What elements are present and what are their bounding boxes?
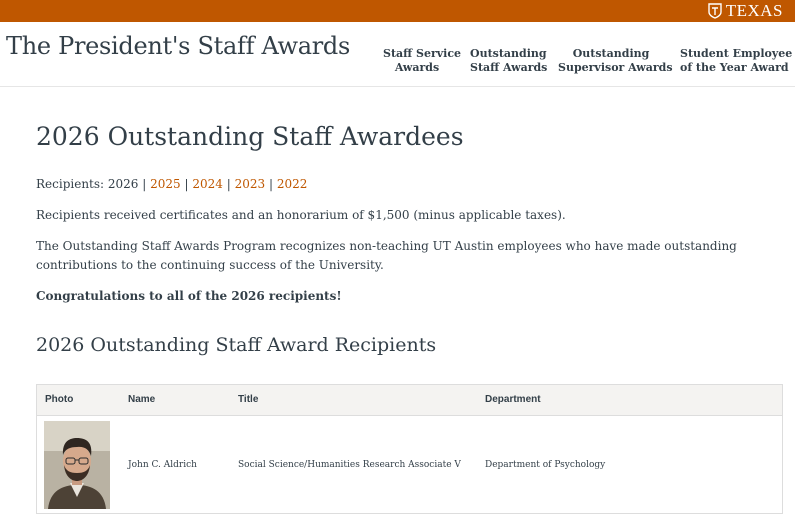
recipient-title: Social Science/Humanities Research Assoc… [238, 460, 461, 470]
page-title: 2026 Outstanding Staff Awardees [36, 122, 464, 151]
ut-texas-logo[interactable]: TEXAS [708, 1, 783, 21]
nav-student-employee-award[interactable]: Student Employee of the Year Award [680, 47, 793, 75]
nav-label-line2: of the Year Award [680, 61, 789, 74]
honorarium-text: Recipients received certificates and an … [36, 208, 566, 222]
table-header-row: Photo Name Title Department [37, 385, 782, 416]
separator: | [269, 177, 274, 191]
nav-staff-service-awards[interactable]: Staff Service Awards [383, 47, 462, 75]
nav-label-line1: Staff Service [383, 47, 462, 60]
nav-label-line2: Supervisor Awards [558, 61, 673, 74]
column-header-title: Title [238, 394, 259, 405]
site-header: The President's Staff Awards Staff Servi… [0, 22, 795, 87]
nav-label-line2: Awards [394, 61, 440, 74]
top-brand-bar: TEXAS [0, 0, 795, 22]
nav-label-line2: Staff Awards [470, 61, 548, 74]
recipient-photo [44, 421, 110, 509]
column-header-photo: Photo [45, 394, 74, 405]
separator: | [184, 177, 189, 191]
texas-wordmark: TEXAS [725, 1, 783, 20]
separator: | [226, 177, 231, 191]
nav-outstanding-supervisor-awards[interactable]: Outstanding Supervisor Awards [558, 47, 673, 75]
recipients-year-links: Recipients: 2026 | 2025 | 2024 | 2023 | … [36, 175, 307, 194]
year-link-2023[interactable]: 2023 [235, 177, 266, 191]
table-row: John C. Aldrich Social Science/Humanitie… [37, 416, 782, 514]
nav-label-line1: Outstanding [572, 47, 650, 60]
nav-label-line1: Student Employee [680, 47, 793, 60]
year-link-2022[interactable]: 2022 [277, 177, 308, 191]
nav-label-line1: Outstanding [470, 47, 547, 60]
separator: | [142, 177, 147, 191]
site-title[interactable]: The President's Staff Awards [6, 32, 350, 60]
recipient-name: John C. Aldrich [128, 460, 197, 470]
recipient-department: Department of Psychology [485, 460, 606, 470]
recipients-label: Recipients: 2026 [36, 177, 139, 191]
column-header-name: Name [128, 394, 156, 405]
program-description: The Outstanding Staff Awards Program rec… [36, 239, 737, 272]
congratulations-text: Congratulations to all of the 2026 recip… [36, 289, 342, 303]
year-link-2025[interactable]: 2025 [150, 177, 181, 191]
nav-outstanding-staff-awards[interactable]: Outstanding Staff Awards [470, 47, 548, 75]
year-link-2024[interactable]: 2024 [192, 177, 223, 191]
longhorn-seal-icon [708, 3, 722, 19]
recipients-table: Photo Name Title Department John C. Aldr… [36, 384, 783, 514]
column-header-department: Department [485, 394, 541, 405]
section-title: 2026 Outstanding Staff Award Recipients [36, 334, 437, 356]
